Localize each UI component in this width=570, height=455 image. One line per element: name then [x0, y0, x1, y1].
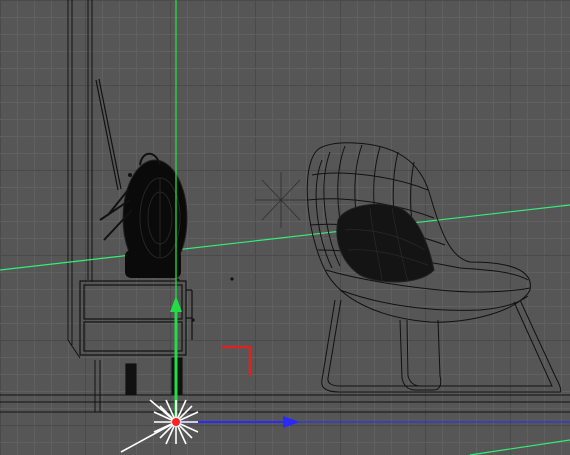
light-gizmo-icon[interactable] — [255, 172, 307, 228]
3d-viewport[interactable] — [0, 0, 570, 455]
viewport-grid — [0, 0, 570, 455]
chair-cushion[interactable] — [336, 203, 435, 283]
fan[interactable] — [99, 152, 188, 278]
lounge-chair[interactable] — [306, 142, 562, 393]
floor-lamp[interactable] — [95, 78, 122, 191]
corner-marker-icon[interactable] — [221, 345, 252, 376]
